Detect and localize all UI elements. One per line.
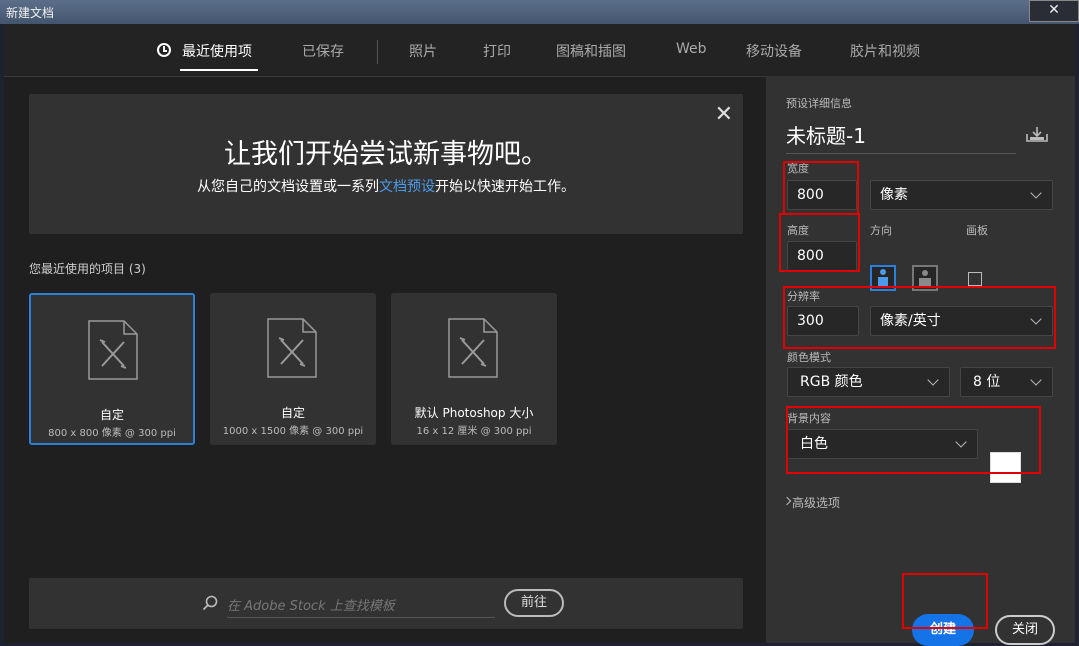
width-label: 宽度	[787, 162, 809, 175]
background-label: 背景内容	[787, 412, 831, 425]
resolution-label: 分辨率	[787, 290, 820, 303]
banner-subtext: 从您自己的文档设置或一系列文档预设开始以快速开始工作。	[29, 176, 743, 196]
background-color-swatch[interactable]	[990, 452, 1021, 483]
advanced-options-toggle[interactable]: 高级选项	[792, 494, 840, 511]
recent-item-info: 16 x 12 厘米 @ 300 ppi	[416, 426, 532, 437]
portrait-orientation-button[interactable]	[870, 265, 896, 291]
bit-depth-select[interactable]: 8 位	[960, 367, 1053, 397]
active-tab-indicator	[180, 69, 258, 71]
window-titlebar: 新建文档 ✕	[0, 0, 1079, 24]
resolution-unit-select[interactable]: 像素/英寸	[870, 306, 1053, 336]
tab-photo[interactable]: 照片	[409, 41, 437, 61]
recent-item-name: 自定	[99, 408, 124, 422]
recent-items-heading: 您最近使用的项目 (3)	[29, 260, 146, 277]
doc-presets-link[interactable]: 文档预设	[379, 179, 435, 195]
landscape-icon	[919, 270, 931, 288]
preset-tabs: 最近使用项 已保存 照片 打印 图稿和插图 Web 移动设备 胶片和视频	[4, 24, 1075, 77]
document-name-input[interactable]: 未标题-1	[786, 120, 1016, 154]
clock-icon	[157, 43, 171, 57]
background-select[interactable]: 白色	[787, 429, 978, 459]
recent-item-card[interactable]: 自定 800 x 800 像素 @ 300 ppi	[29, 293, 195, 445]
resolution-input[interactable]: 300	[787, 306, 859, 336]
recent-item-card[interactable]: 默认 Photoshop 大小 16 x 12 厘米 @ 300 ppi	[391, 293, 557, 445]
color-mode-select[interactable]: RGB 颜色	[787, 367, 950, 397]
tab-mobile[interactable]: 移动设备	[746, 41, 802, 61]
banner-sub-after: 开始以快速开始工作。	[435, 179, 575, 195]
create-button[interactable]: 创建	[912, 614, 974, 646]
recent-item-name: 自定	[280, 406, 305, 420]
stock-go-button[interactable]: 前往	[504, 589, 564, 617]
new-document-dialog: 最近使用项 已保存 照片 打印 图稿和插图 Web 移动设备 胶片和视频 让我们…	[4, 24, 1075, 646]
height-input[interactable]: 800	[787, 241, 857, 271]
recent-item-name: 默认 Photoshop 大小	[414, 406, 534, 420]
window-title: 新建文档	[6, 6, 55, 20]
artboard-checkbox[interactable]	[968, 272, 982, 286]
color-mode-label: 颜色模式	[787, 351, 831, 364]
save-preset-icon[interactable]	[1026, 126, 1048, 142]
tab-print[interactable]: 打印	[483, 41, 511, 61]
width-input[interactable]: 800	[787, 180, 857, 210]
window-close-button[interactable]: ✕	[1029, 0, 1079, 22]
document-preset-icon	[88, 320, 138, 380]
preset-details-panel: 预设详细信息 未标题-1 宽度 800 像素 高度 800 方向 画板 分辨率	[766, 76, 1075, 646]
stock-search-bar: 在 Adobe Stock 上查找模板 前往	[29, 578, 743, 629]
recent-item-card[interactable]: 自定 1000 x 1500 像素 @ 300 ppi	[210, 293, 376, 445]
recent-items-count: (3)	[128, 262, 146, 276]
landscape-orientation-button[interactable]	[912, 265, 938, 291]
banner-sub-before: 从您自己的文档设置或一系列	[197, 179, 379, 195]
orientation-label: 方向	[870, 224, 892, 237]
search-icon	[202, 595, 218, 611]
tab-divider	[377, 40, 378, 64]
recent-item-info: 800 x 800 像素 @ 300 ppi	[48, 428, 176, 439]
tab-film-video[interactable]: 胶片和视频	[850, 41, 920, 61]
recent-item-info: 1000 x 1500 像素 @ 300 ppi	[222, 426, 364, 437]
document-preset-icon	[448, 318, 498, 378]
tab-saved[interactable]: 已保存	[302, 41, 344, 61]
preset-details-label: 预设详细信息	[786, 97, 852, 110]
tab-web[interactable]: Web	[676, 41, 707, 57]
recent-items-title: 您最近使用的项目	[29, 262, 126, 276]
document-preset-icon	[267, 318, 317, 378]
tab-art-illustration[interactable]: 图稿和插图	[556, 41, 626, 61]
width-unit-select[interactable]: 像素	[870, 180, 1053, 210]
height-label: 高度	[787, 224, 809, 237]
tab-recent[interactable]: 最近使用项	[182, 41, 252, 61]
welcome-banner: 让我们开始尝试新事物吧。 从您自己的文档设置或一系列文档预设开始以快速开始工作。…	[29, 94, 743, 234]
close-button[interactable]: 关闭	[995, 615, 1055, 645]
portrait-icon	[878, 269, 888, 288]
artboard-label: 画板	[966, 224, 988, 237]
banner-heading: 让我们开始尝试新事物吧。	[224, 139, 548, 170]
banner-close-icon[interactable]: ✕	[715, 102, 733, 127]
stock-search-input[interactable]: 在 Adobe Stock 上查找模板	[227, 595, 495, 618]
